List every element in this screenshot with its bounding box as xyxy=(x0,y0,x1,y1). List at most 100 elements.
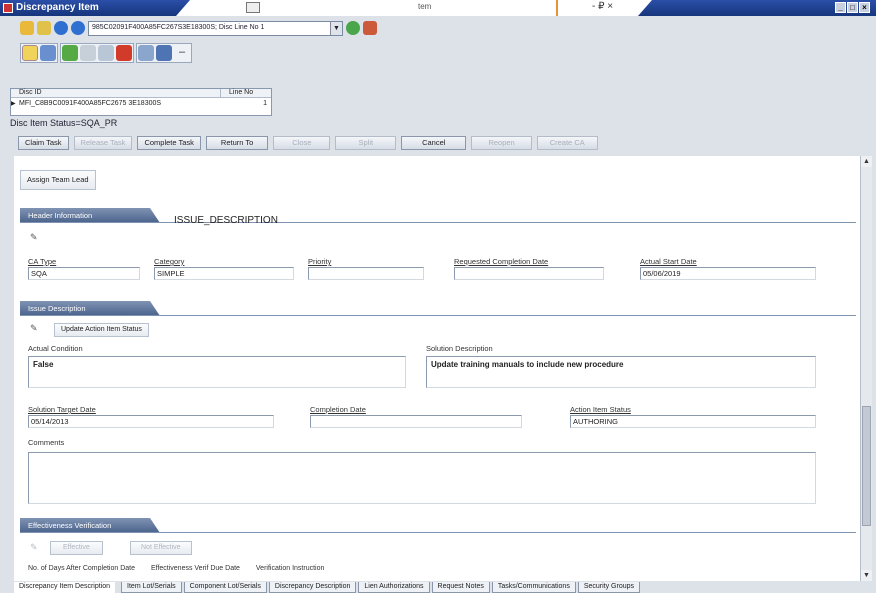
back-arrow-icon[interactable] xyxy=(54,21,68,35)
completion-date-input[interactable] xyxy=(310,415,522,428)
pencil-icon[interactable]: ✎ xyxy=(30,542,38,553)
layout-group: – xyxy=(136,43,192,63)
cancel-button[interactable]: Cancel xyxy=(401,136,467,150)
minus-icon[interactable]: – xyxy=(174,45,190,61)
forward-arrow-icon[interactable] xyxy=(71,21,85,35)
add-icon[interactable] xyxy=(62,45,78,61)
go-icon[interactable] xyxy=(346,21,360,35)
not-effective-button[interactable]: Not Effective xyxy=(130,541,192,555)
solution-target-date-label: Solution Target Date xyxy=(28,405,96,414)
layout-icon[interactable] xyxy=(156,45,172,61)
effectiveness-field-labels: No. of Days After Completion Date Effect… xyxy=(28,565,338,572)
view-icon[interactable] xyxy=(40,45,56,61)
complete-task-button[interactable]: Complete Task xyxy=(137,136,201,150)
split-button[interactable]: Split xyxy=(335,136,397,150)
issue-description-section[interactable]: Issue Description xyxy=(20,301,160,316)
close-task-button[interactable]: Close xyxy=(273,136,331,150)
comments-label: Comments xyxy=(28,438,65,447)
print-icon[interactable] xyxy=(138,45,154,61)
actual-start-field: Actual Start Date 05/06/2019 xyxy=(640,257,816,280)
release-task-button[interactable]: Release Task xyxy=(73,136,133,150)
refresh-icon[interactable] xyxy=(363,21,377,35)
solution-description-label-wrap: Solution Description xyxy=(426,344,493,353)
category-input[interactable]: SIMPLE xyxy=(154,267,294,280)
vertical-scrollbar[interactable]: ▲ ▼ xyxy=(860,156,872,581)
assign-team-lead-button[interactable]: Assign Team Lead xyxy=(20,170,96,190)
table-row[interactable]: ▶ MFI_C8B9C0091F400A85FC2675 3E18300S 1 xyxy=(11,98,271,108)
detail-panel: Assign Team Lead Header Information ISSU… xyxy=(14,156,860,581)
completion-date-field: Completion Date xyxy=(310,405,522,428)
actual-condition-label: Actual Condition xyxy=(28,344,83,353)
tab-discrepancy-description[interactable]: Discrepancy Description xyxy=(268,582,357,593)
delete-icon[interactable] xyxy=(116,45,132,61)
tab-item-lot-serials[interactable]: Item Lot/Serials xyxy=(121,582,182,593)
comments-input[interactable] xyxy=(28,452,816,504)
return-to-button[interactable]: Return To xyxy=(205,136,269,150)
item-status-text: Disc Item Status=SQA_PR xyxy=(10,118,118,128)
solution-description-input[interactable]: Update training manuals to include new p… xyxy=(426,356,816,388)
close-button[interactable]: × xyxy=(859,2,870,13)
effective-button[interactable]: Effective xyxy=(50,541,103,555)
requested-completion-input[interactable] xyxy=(454,267,604,280)
action-item-status-input[interactable]: AUTHORING xyxy=(570,415,816,428)
window-title: Discrepancy Item xyxy=(16,2,99,13)
category-label: Category xyxy=(154,257,185,266)
ca-type-field: CA Type SQA xyxy=(28,257,140,280)
tab-tasks-communications[interactable]: Tasks/Communications xyxy=(491,582,576,593)
requested-completion-label: Requested Completion Date xyxy=(454,257,549,266)
ca-type-input[interactable]: SQA xyxy=(28,267,140,280)
action-item-status-field: Action Item Status AUTHORING xyxy=(570,405,816,428)
column-header-disc-id[interactable]: Disc ID xyxy=(11,89,221,97)
bottom-tab-strip: Discrepancy Item Description Item Lot/Se… xyxy=(14,582,876,593)
disc-id-cell: MFI_C8B9C0091F400A85FC2675 3E18300S xyxy=(19,99,162,107)
update-action-item-status-button[interactable]: Update Action Item Status xyxy=(54,323,149,337)
actual-start-input[interactable]: 05/06/2019 xyxy=(640,267,816,280)
tab-discrepancy-item-description[interactable]: Discrepancy Item Description xyxy=(14,582,116,593)
chevron-down-icon[interactable]: ▼ xyxy=(330,21,342,35)
action-button-bar: Claim Task Release Task Complete Task Re… xyxy=(18,136,598,150)
table-header: Disc ID Line No xyxy=(11,89,271,98)
copy-icon[interactable] xyxy=(80,45,96,61)
title-bar: Discrepancy Item tem - ₽ × _ □ × xyxy=(0,0,876,16)
claim-task-button[interactable]: Claim Task xyxy=(18,136,69,150)
pencil-icon[interactable]: ✎ xyxy=(30,232,38,243)
tab-lien-authorizations[interactable]: Lien Authorizations xyxy=(358,582,430,593)
edit-mode-group xyxy=(20,43,58,63)
line-no-cell: 1 xyxy=(263,99,267,107)
tab-request-notes[interactable]: Request Notes xyxy=(431,582,490,593)
tab-security-groups[interactable]: Security Groups xyxy=(577,582,640,593)
actual-condition-label-wrap: Actual Condition xyxy=(28,344,83,353)
comments-label-wrap: Comments xyxy=(28,438,64,447)
edit-icon[interactable] xyxy=(22,45,38,61)
scroll-down-icon[interactable]: ▼ xyxy=(861,570,872,581)
create-ca-button[interactable]: Create CA xyxy=(536,136,598,150)
tab-component-lot-serials[interactable]: Component Lot/Serials xyxy=(183,582,267,593)
home-icon[interactable] xyxy=(20,21,34,35)
child-window-controls[interactable]: - ₽ × xyxy=(592,1,613,12)
window-list-icon[interactable] xyxy=(246,2,260,13)
record-selector[interactable]: 985C02091F400A85FC267S3E18300S; Disc Lin… xyxy=(88,20,343,36)
scroll-thumb[interactable] xyxy=(862,406,871,526)
scroll-up-icon[interactable]: ▲ xyxy=(861,156,872,167)
app-icon xyxy=(3,3,13,13)
section-divider xyxy=(20,315,856,316)
window-buttons: _ □ × xyxy=(835,2,870,13)
priority-field: Priority xyxy=(308,257,424,280)
title-center-text: tem xyxy=(418,2,432,11)
maximize-button[interactable]: □ xyxy=(847,2,858,13)
minimize-button[interactable]: _ xyxy=(835,2,846,13)
paste-icon[interactable] xyxy=(98,45,114,61)
title-accent xyxy=(556,0,558,16)
solution-target-date-input[interactable]: 05/14/2013 xyxy=(28,415,274,428)
header-information-section[interactable]: Header Information xyxy=(20,208,160,223)
column-header-line-no[interactable]: Line No xyxy=(221,89,253,97)
priority-input[interactable] xyxy=(308,267,424,280)
actual-condition-input[interactable]: False xyxy=(28,356,406,388)
category-field: Category SIMPLE xyxy=(154,257,294,280)
solution-target-date-field: Solution Target Date 05/14/2013 xyxy=(28,405,274,428)
favorite-icon[interactable] xyxy=(37,21,51,35)
navigation-toolbar: 985C02091F400A85FC267S3E18300S; Disc Lin… xyxy=(20,19,377,37)
reopen-button[interactable]: Reopen xyxy=(471,136,532,150)
pencil-icon[interactable]: ✎ xyxy=(30,323,38,334)
effectiveness-verification-section[interactable]: Effectiveness Verification xyxy=(20,518,160,533)
